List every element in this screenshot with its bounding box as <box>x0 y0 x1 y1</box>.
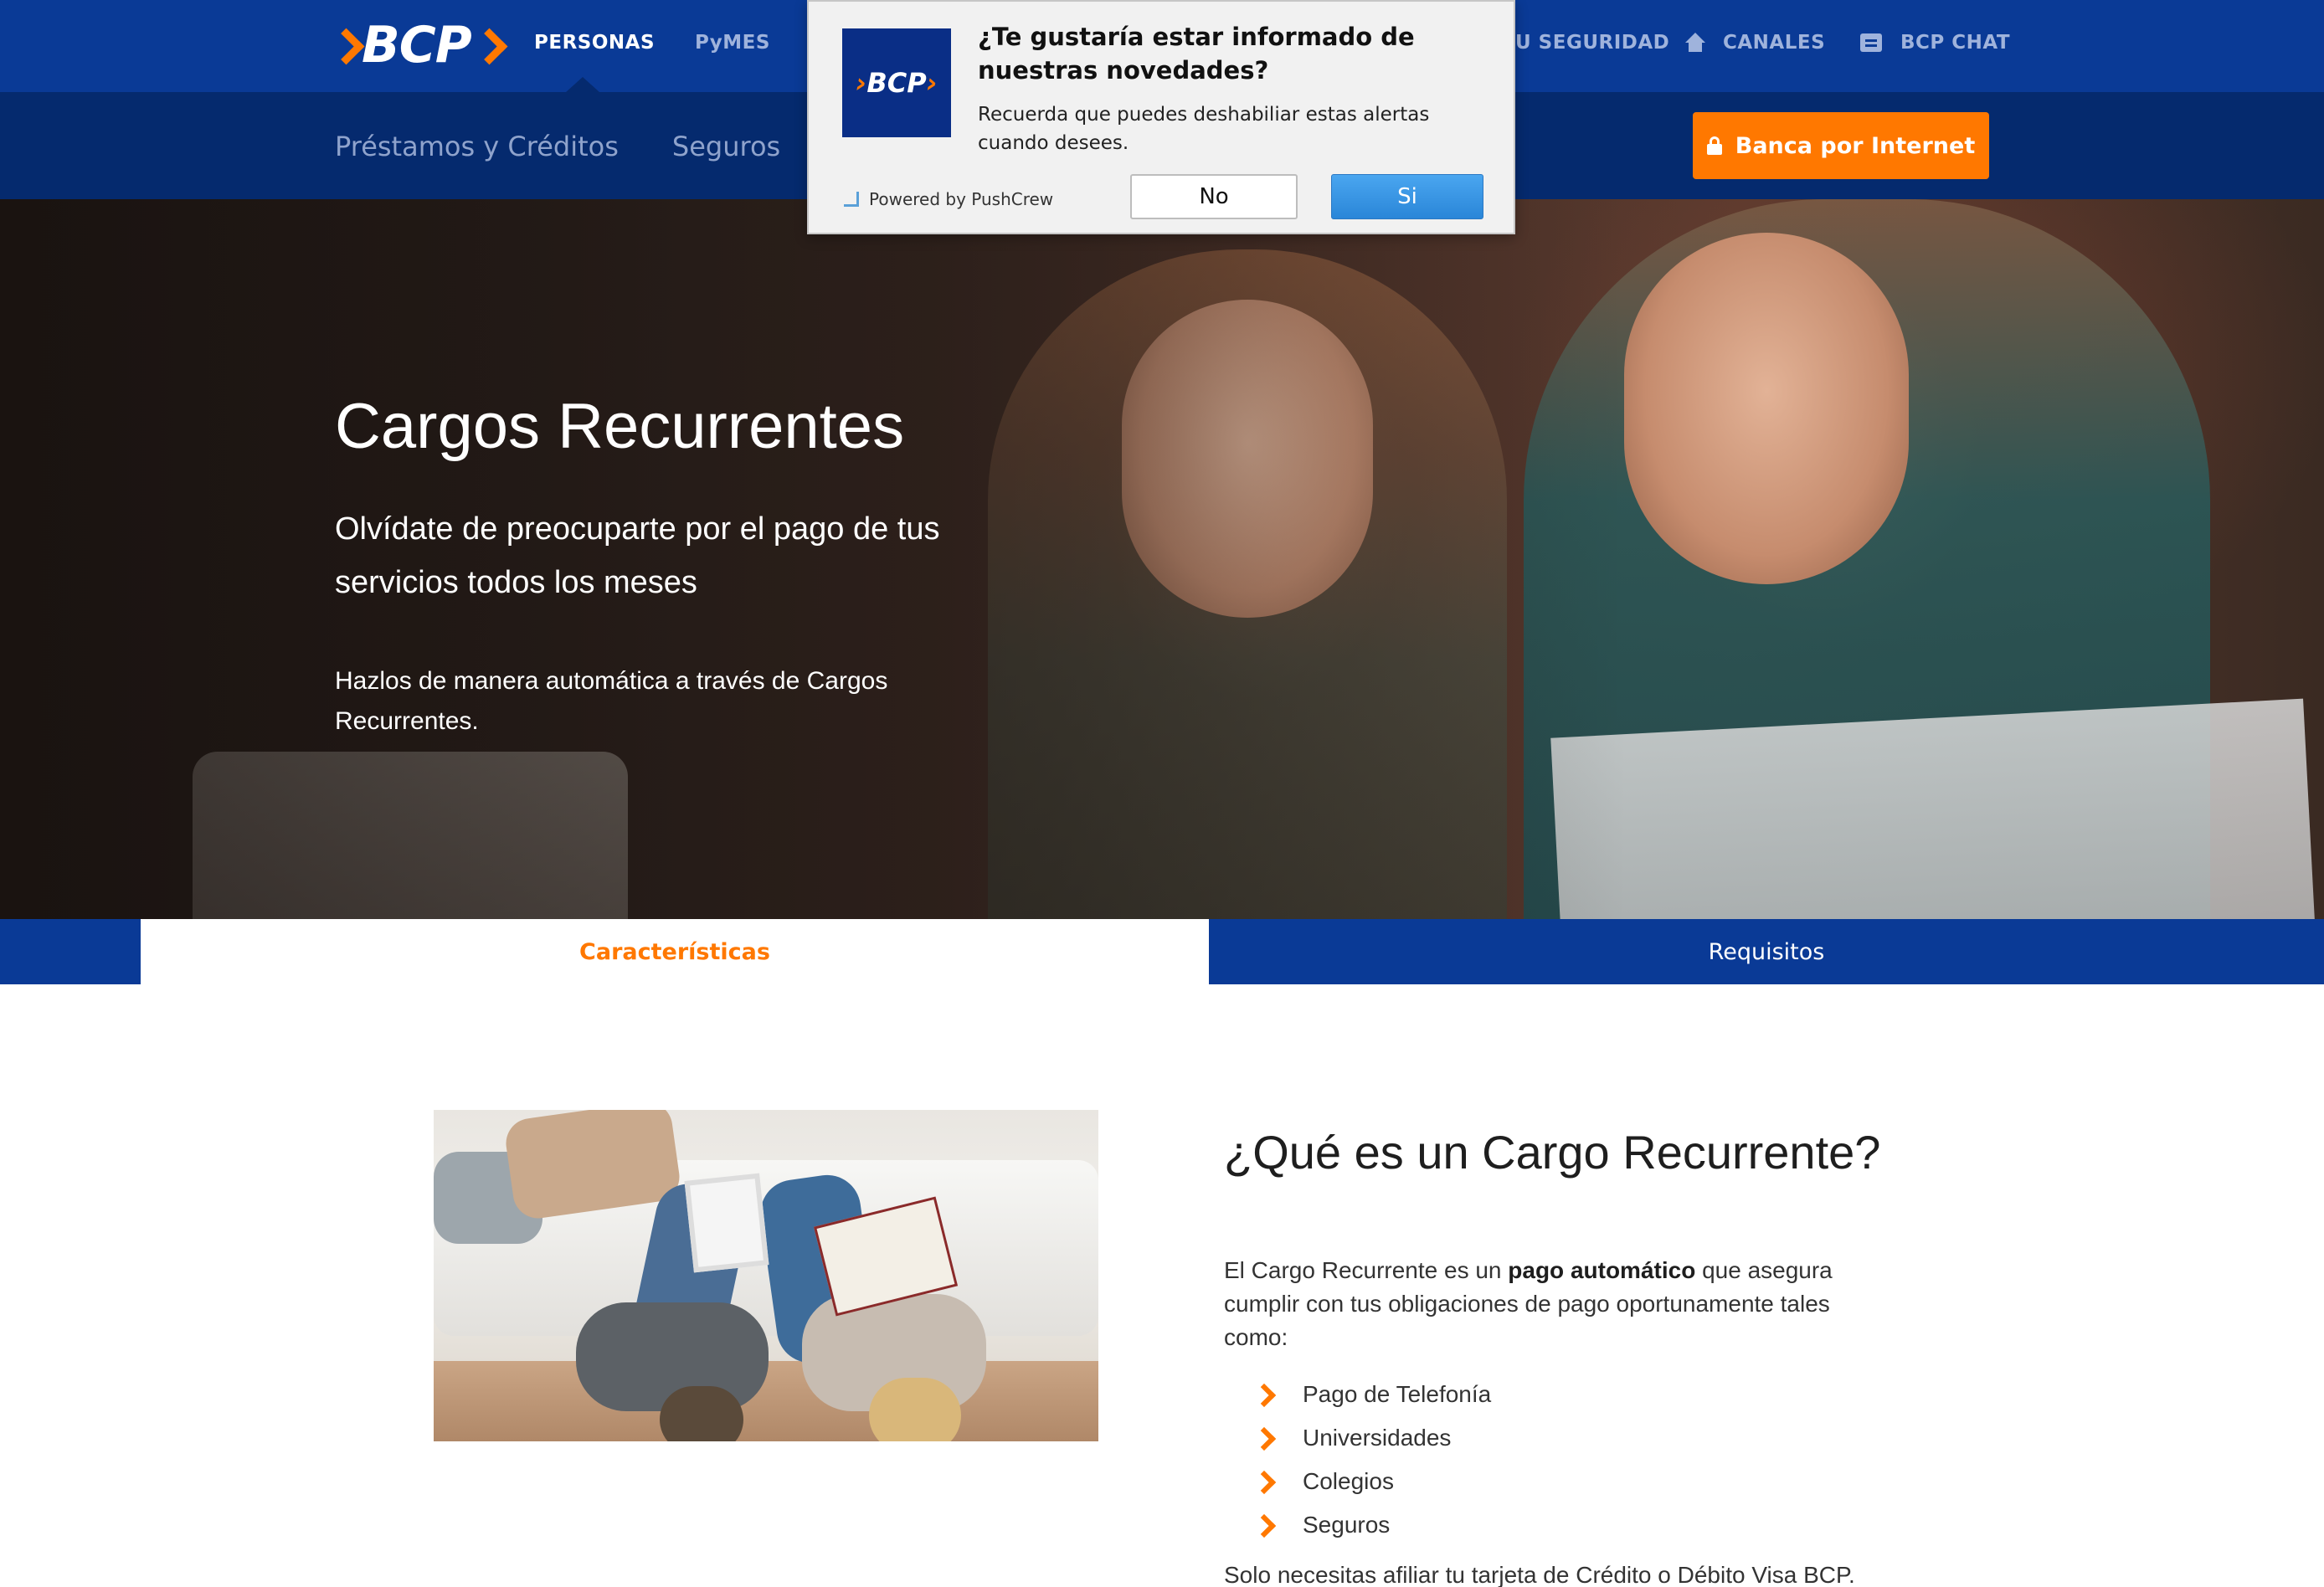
list-item-label: Pago de Telefonía <box>1303 1381 1492 1407</box>
nav-seguridad[interactable]: U SEGURIDAD <box>1515 32 1669 54</box>
tab-requisitos[interactable]: Requisitos <box>1209 919 2324 984</box>
dialog-text: Recuerda que puedes deshabiliar estas al… <box>978 104 1430 154</box>
dialog-title: ¿Te gustaría estar informado de nuestras… <box>978 23 1415 85</box>
intro-bold: pago automático <box>1508 1257 1696 1283</box>
hero-description: Hazlos de manera automática a través de … <box>335 667 888 735</box>
section-intro: El Cargo Recurrente es un pago automátic… <box>1224 1254 1894 1354</box>
intro-text-before: El Cargo Recurrente es un <box>1224 1257 1509 1283</box>
dialog-no-button[interactable]: No <box>1130 174 1298 219</box>
subnav-seguros[interactable]: Seguros <box>672 131 780 162</box>
nav-seguridad-label: U SEGURIDAD <box>1515 32 1670 54</box>
chevron-icon: › <box>856 67 867 99</box>
nav-pymes[interactable]: PyMES <box>695 32 770 54</box>
push-notification-dialog: › BCP › ¿Te gustaría estar informado de nu… <box>807 0 1515 234</box>
couple-reading-image <box>434 1110 1098 1441</box>
head-shape <box>660 1386 743 1441</box>
head-shape <box>869 1378 961 1441</box>
dialog-logo-text: BCP <box>866 67 927 99</box>
list-item: Seguros <box>1256 1503 1491 1547</box>
lock-icon <box>1706 136 1722 155</box>
active-nav-caret <box>566 77 599 92</box>
chevron-right-icon <box>1256 1513 1274 1538</box>
list-item-label: Universidades <box>1303 1425 1452 1451</box>
list-item-label: Seguros <box>1303 1512 1391 1538</box>
tab-caracteristicas[interactable]: Características <box>141 919 1209 984</box>
logo-text: BCP <box>362 16 472 74</box>
hero-banner: Cargos Recurrentes Olvídate de preocupar… <box>0 199 2324 919</box>
list-item: Colegios <box>1256 1460 1491 1503</box>
dialog-si-button[interactable]: Si <box>1331 174 1483 219</box>
chevron-right-icon <box>1256 1469 1274 1494</box>
hero-title: Cargos Recurrentes <box>335 391 905 462</box>
section-title: ¿Qué es un Cargo Recurrente? <box>1224 1126 1881 1179</box>
chevron-icon <box>333 27 357 64</box>
chevron-icon: › <box>926 67 938 99</box>
chevron-right-icon <box>1256 1425 1274 1451</box>
chevron-right-icon <box>1256 1382 1274 1407</box>
powered-by[interactable]: Powered by PushCrew <box>844 189 1053 209</box>
section-footer-text: Solo necesitas afiliar tu tarjeta de Cré… <box>1224 1562 1855 1587</box>
banca-por-internet-button[interactable]: Banca por Internet <box>1693 112 1989 179</box>
pushcrew-icon <box>844 192 859 207</box>
banca-button-label: Banca por Internet <box>1735 132 1976 159</box>
ereader-shape <box>684 1173 769 1273</box>
nav-canales[interactable]: CANALES <box>1684 32 1825 54</box>
chevron-icon <box>476 27 500 64</box>
list-item: Pago de Telefonía <box>1256 1373 1491 1416</box>
list-item-label: Colegios <box>1303 1468 1394 1494</box>
subnav-prestamos[interactable]: Préstamos y Créditos <box>335 131 619 162</box>
hero-subtitle: Olvídate de preocuparte por el pago de t… <box>335 511 940 600</box>
nav-canales-label: CANALES <box>1723 32 1826 54</box>
nav-chat-label: BCP CHAT <box>1900 32 2011 54</box>
home-icon <box>1684 33 1706 53</box>
payment-types-list: Pago de Telefonía Universidades Colegios… <box>1256 1373 1491 1547</box>
list-item: Universidades <box>1256 1416 1491 1460</box>
nav-bcp-chat[interactable]: BCP CHAT <box>1860 32 2010 54</box>
bcp-dialog-logo: › BCP › <box>842 28 951 137</box>
powered-by-label: Powered by PushCrew <box>869 189 1054 209</box>
content-tabs: Características Requisitos <box>0 919 2324 984</box>
nav-personas[interactable]: PERSONAS <box>534 32 655 54</box>
bcp-logo[interactable]: BCP <box>333 16 500 74</box>
chat-icon <box>1860 33 1882 52</box>
